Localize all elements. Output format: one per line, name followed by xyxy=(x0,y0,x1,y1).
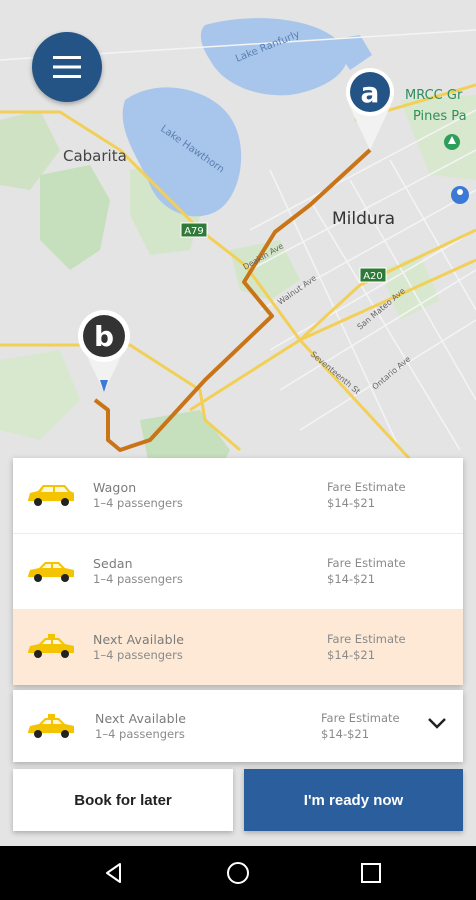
location-poi-icon xyxy=(451,186,469,204)
fare-estimate-value: $14-$21 xyxy=(321,727,370,741)
hamburger-icon xyxy=(53,56,81,78)
chevron-down-icon[interactable] xyxy=(427,716,447,730)
vehicle-name: Sedan xyxy=(93,556,133,571)
vehicle-passengers: 1–4 passengers xyxy=(95,727,185,741)
fare-estimate-label: Fare Estimate xyxy=(327,632,406,646)
system-nav-bar xyxy=(0,846,476,900)
taxi-car-icon xyxy=(28,634,74,658)
vehicle-passengers: 1–4 passengers xyxy=(93,572,183,586)
vehicle-passengers: 1–4 passengers xyxy=(93,648,183,662)
svg-text:b: b xyxy=(94,320,114,353)
home-icon[interactable] xyxy=(225,860,251,886)
wagon-car-icon xyxy=(28,485,74,506)
vehicle-option-wagon[interactable]: Wagon 1–4 passengers Fare Estimate $14-$… xyxy=(13,458,463,534)
selected-vehicle-dropdown[interactable]: Next Available 1–4 passengers Fare Estim… xyxy=(13,690,463,762)
map-label-mrcc: MRCC Gr xyxy=(405,88,463,103)
svg-text:a: a xyxy=(361,76,380,109)
vehicle-passengers: 1–4 passengers xyxy=(93,496,183,510)
fare-estimate-label: Fare Estimate xyxy=(327,480,406,494)
vehicle-option-sedan[interactable]: Sedan 1–4 passengers Fare Estimate $14-$… xyxy=(13,534,463,610)
back-icon[interactable] xyxy=(101,860,127,886)
svg-text:A79: A79 xyxy=(184,226,204,237)
fare-estimate-value: $14-$21 xyxy=(327,572,376,586)
taxi-car-icon xyxy=(28,714,74,738)
vehicle-option-next-available[interactable]: Next Available 1–4 passengers Fare Estim… xyxy=(13,610,463,685)
park-poi-icon xyxy=(444,134,460,150)
book-for-later-button[interactable]: Book for later xyxy=(13,769,233,831)
road-shield-a20: A20 xyxy=(359,267,387,283)
fare-estimate-value: $14-$21 xyxy=(327,496,376,510)
fare-estimate-value: $14-$21 xyxy=(327,648,376,662)
road-shield-a79: A79 xyxy=(180,222,208,238)
map-label-mildura: Mildura xyxy=(332,209,395,229)
vehicle-options-list: Wagon 1–4 passengers Fare Estimate $14-$… xyxy=(13,458,463,685)
recents-icon[interactable] xyxy=(358,860,384,886)
vehicle-name: Wagon xyxy=(93,480,137,495)
vehicle-name: Next Available xyxy=(93,632,185,647)
fare-estimate-label: Fare Estimate xyxy=(327,556,406,570)
map-label-cabarita: Cabarita xyxy=(63,147,127,165)
svg-text:A20: A20 xyxy=(363,271,383,282)
ready-now-button[interactable]: I'm ready now xyxy=(244,769,463,831)
fare-estimate-label: Fare Estimate xyxy=(321,711,400,725)
sedan-car-icon xyxy=(28,562,74,582)
menu-button[interactable] xyxy=(32,32,102,102)
vehicle-name: Next Available xyxy=(95,711,187,726)
map-label-pines: Pines Pa xyxy=(413,109,467,124)
